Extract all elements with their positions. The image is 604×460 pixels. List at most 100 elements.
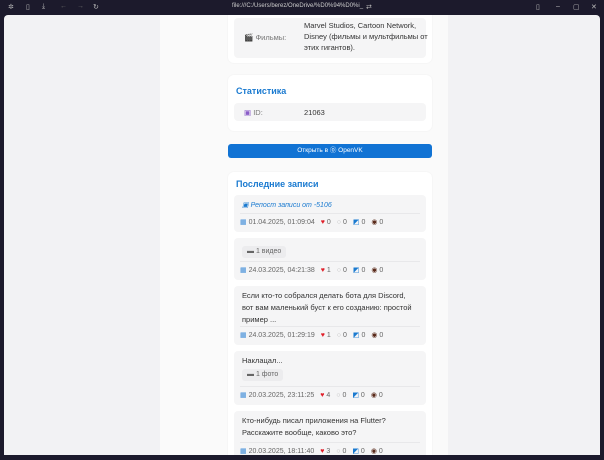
attachment-badge[interactable]: ▬ 1 видео (242, 246, 287, 258)
repost-icon: ▣ (242, 202, 249, 209)
reposts[interactable]: ◩ 0 (352, 446, 364, 455)
likes-count: 1 (326, 267, 331, 274)
comments[interactable]: ○ 0 (337, 330, 347, 342)
attachment-badge[interactable]: ▬ 1 фото (242, 369, 284, 381)
likes[interactable]: ♥ 3 (320, 446, 330, 455)
comment-icon: ○ (336, 392, 341, 399)
open-openvk-button[interactable]: Открыть в ⓪ OpenVK (228, 144, 432, 158)
calendar-icon: ▦ (240, 392, 247, 399)
maximize-icon[interactable]: ▢ (573, 3, 580, 11)
date-text: 20.03.2025, 18:11:40 (248, 448, 315, 455)
post-meta: ▦ 20.03.2025, 18:11:40 ♥ 3 ○ 0 ◩ 0 ◉ 0 (240, 442, 420, 455)
views: ◉ 0 (371, 390, 383, 402)
eye-icon: ◉ (371, 219, 378, 226)
date-text: 20.03.2025, 23:11:25 (248, 392, 315, 399)
date-text: 24.03.2025, 04:21:38 (248, 267, 315, 274)
reposts-count: 0 (360, 448, 365, 455)
calendar-icon: ▦ (240, 448, 247, 455)
comments[interactable]: ○ 0 (337, 217, 347, 229)
views-count: 0 (379, 332, 384, 339)
reload-icon[interactable]: ↻ (93, 3, 99, 11)
views-count: 0 (379, 219, 384, 226)
calendar-icon: ▦ (240, 267, 247, 274)
films-row: 🎬 Фильмы: Marvel Studios, Cartoon Networ… (234, 18, 428, 58)
sidebar-icon[interactable]: ▯ (26, 3, 30, 11)
browser-toolbar: ✲ ▯ ⤓ ← → ↻ file:///C:/Users/berez/OneDr… (0, 0, 604, 15)
repost-icon: ◩ (352, 332, 360, 339)
views: ◉ 0 (371, 217, 383, 229)
reposts[interactable]: ◩ 0 (353, 217, 365, 229)
calendar-icon: ▦ (240, 219, 247, 226)
post-item[interactable]: ▣ Репост записи от -5106 ▦ 01.04.2025, 0… (234, 195, 426, 232)
id-row: ▣ ID: 21063 (234, 103, 426, 121)
swap-icon[interactable]: ⇄ (366, 3, 372, 11)
attachment-text: 1 фото (255, 371, 279, 378)
reposts-count: 0 (361, 219, 366, 226)
comments[interactable]: ○ 0 (336, 390, 346, 402)
post-text: Кто-нибудь писал приложения на Flutter? … (242, 416, 386, 437)
likes[interactable]: ♥ 1 (321, 265, 331, 277)
likes-count: 4 (326, 392, 331, 399)
likes-count: 3 (326, 448, 331, 455)
id-label-text: ID: (253, 108, 263, 117)
heart-icon: ♥ (320, 392, 325, 399)
heart-icon: ♥ (320, 332, 325, 339)
post-item[interactable]: Если кто-то собрался делать бота для Dis… (234, 286, 426, 345)
date-text: 24.03.2025, 01:29:19 (248, 332, 315, 339)
post-meta: ▦ 01.04.2025, 01:09:04 ♥ 0 ○ 0 ◩ 0 ◉ 0 (240, 213, 420, 229)
comments-count: 0 (342, 267, 347, 274)
comment-icon: ○ (336, 332, 341, 339)
comments[interactable]: ○ 0 (337, 265, 347, 277)
content-column: 🎬 Фильмы: Marvel Studios, Cartoon Networ… (160, 15, 448, 455)
post-text: Наклацал... (242, 356, 283, 365)
id-icon: ▣ (244, 108, 252, 117)
likes[interactable]: ♥ 0 (321, 217, 331, 229)
views-count: 0 (378, 448, 383, 455)
post-item[interactable]: Наклацал... ▬ 1 фото ▦ 20.03.2025, 23:11:… (234, 351, 426, 405)
heart-icon: ♥ (320, 219, 325, 226)
repost-text: Репост записи от -5106 (250, 202, 332, 209)
comments-count: 0 (342, 332, 347, 339)
id-value: 21063 (304, 108, 325, 117)
post-date: ▦ 01.04.2025, 01:09:04 (240, 217, 315, 229)
calendar-icon: ▦ (240, 332, 247, 339)
stats-card: Статистика ▣ ID: 21063 (228, 75, 432, 131)
post-text: Если кто-то собрался делать бота для Dis… (242, 291, 412, 324)
repost-icon: ◩ (352, 448, 359, 455)
post-item[interactable]: Кто-нибудь писал приложения на Flutter? … (234, 411, 426, 455)
post-date: ▦ 24.03.2025, 01:29:19 (240, 330, 315, 342)
id-label: ▣ ID: (244, 108, 263, 117)
reposts[interactable]: ◩ 0 (353, 330, 365, 342)
reposts[interactable]: ◩ 0 (352, 390, 364, 402)
attachment-icon: ▬ (247, 371, 254, 378)
post-item[interactable]: ▬ 1 видео ▦ 24.03.2025, 04:21:38 ♥ 1 ○ 0… (234, 238, 426, 280)
minimize-icon[interactable]: – (556, 3, 560, 10)
eye-icon: ◉ (370, 448, 377, 455)
attachment-icon: ▬ (247, 248, 254, 255)
forward-icon[interactable]: → (77, 3, 84, 10)
download-icon[interactable]: ⤓ (42, 3, 45, 11)
likes-count: 0 (326, 219, 331, 226)
reposts[interactable]: ◩ 0 (353, 265, 365, 277)
split-icon[interactable]: ▯ (536, 3, 540, 11)
comments[interactable]: ○ 0 (336, 446, 346, 455)
likes[interactable]: ♥ 1 (321, 330, 331, 342)
stats-title: Статистика (236, 86, 287, 96)
comment-icon: ○ (336, 219, 341, 226)
films-label: 🎬 Фильмы: (244, 33, 287, 42)
extensions-icon[interactable]: ✲ (8, 3, 14, 11)
repost-icon: ◩ (352, 267, 360, 274)
close-icon[interactable]: ✕ (591, 3, 597, 11)
back-icon[interactable]: ← (60, 3, 67, 10)
url-bar[interactable]: file:///C:/Users/berez/OneDrive/%D0%94%D… (232, 3, 363, 9)
likes[interactable]: ♥ 4 (320, 390, 330, 402)
post-date: ▦ 20.03.2025, 18:11:40 (240, 446, 314, 455)
views-count: 0 (378, 392, 383, 399)
eye-icon: ◉ (370, 392, 377, 399)
comments-count: 0 (342, 392, 347, 399)
post-meta: ▦ 24.03.2025, 04:21:38 ♥ 1 ○ 0 ◩ 0 ◉ 0 (240, 261, 420, 277)
comments-count: 0 (342, 219, 347, 226)
repost-icon: ◩ (352, 392, 359, 399)
repost-icon: ◩ (352, 219, 360, 226)
heart-icon: ♥ (320, 267, 325, 274)
